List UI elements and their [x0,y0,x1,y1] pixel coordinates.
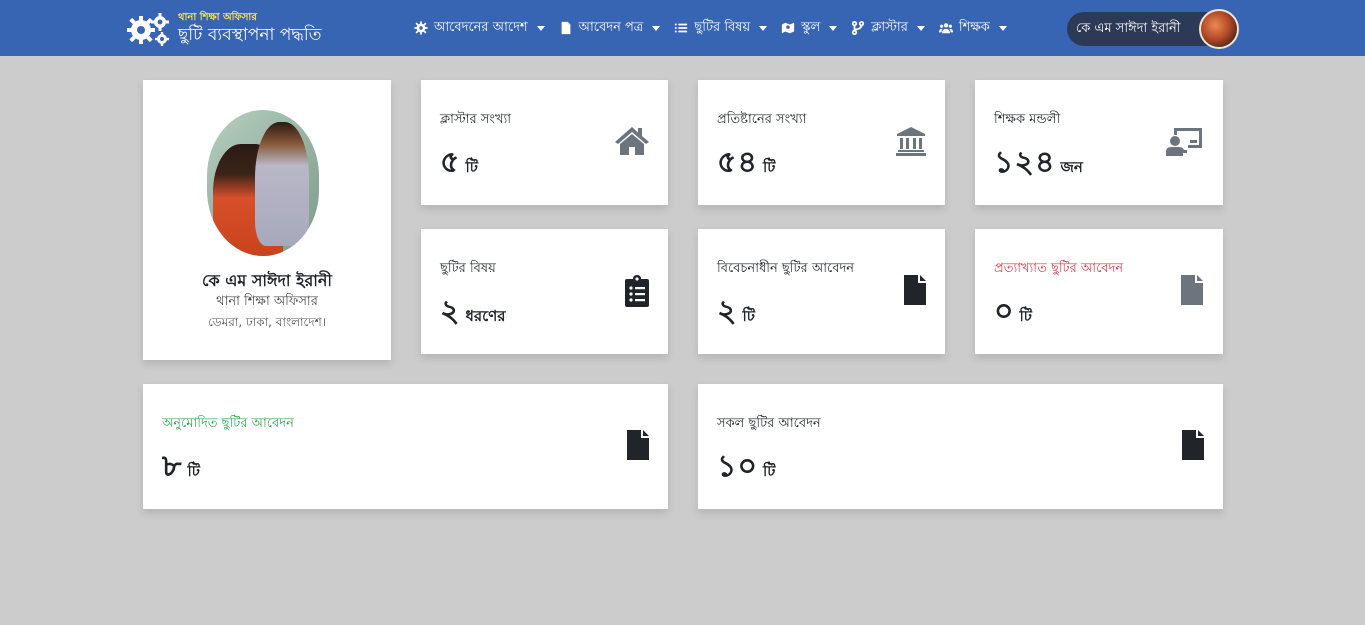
stat-unit: টি [465,158,478,176]
user-menu[interactable]: কে এম সাঈদা ইরানী [1067,9,1239,49]
nav-item-application-orders[interactable]: আবেদনের আদেশ [414,18,545,39]
chevron-down-icon [536,25,545,31]
profile-address: ডেমরা, ঢাকা, বাংলাদেশ। [207,315,327,329]
file-icon [1182,430,1204,460]
stat-label: প্রতিষ্টানের সংখ্যা [717,112,807,127]
nav-item-teachers[interactable]: শিক্ষক [938,18,1007,39]
stat-number: ০ [994,294,1015,329]
nav-menu: আবেদনের আদেশ আবেদন পত্র ছুটির বিষয় স্কু… [414,13,1021,43]
stat-card-approved-applications[interactable]: অনুমোদিত ছুটির আবেদন ৮ টি [143,384,668,509]
stat-unit: টি [187,462,200,480]
stat-number: ১২৪ [994,145,1056,180]
gears-icon [127,13,169,46]
stat-label: বিবেচনাধীন ছুটির আবেদন [717,261,855,276]
stat-value: ১২৪ জন [994,138,1083,189]
chevron-down-icon [916,25,925,31]
nav-item-label: শিক্ষক [958,19,990,35]
nav-item-cluster[interactable]: ক্লাস্টার [851,18,925,39]
clipboard-list-icon [625,275,649,307]
brand-subtitle: থানা শিক্ষা অফিসার [178,12,257,23]
stat-number: ৮ [162,449,183,484]
profile-card: কে এম সাঈদা ইরানী থানা শিক্ষা অফিসার ডেম… [143,80,391,360]
profile-photo [207,110,319,256]
stat-card-institutions[interactable]: প্রতিষ্টানের সংখ্যা ৫৪ টি [698,80,945,205]
user-name: কে এম সাঈদা ইরানী [1076,20,1181,36]
top-navbar: থানা শিক্ষা অফিসার ছুটি ব্যবস্থাপনা পদ্ধ… [0,0,1365,56]
stat-card-teachers[interactable]: শিক্ষক মন্ডলী ১২৪ জন [975,80,1223,205]
stat-number: ১০ [717,449,758,484]
brand[interactable]: থানা শিক্ষা অফিসার ছুটি ব্যবস্থাপনা পদ্ধ… [126,9,322,49]
stat-unit: টি [1019,307,1032,325]
file-icon [1181,275,1203,305]
stat-label: সকল ছুটির আবেদন [717,416,821,431]
stat-label: শিক্ষক মন্ডলী [994,112,1061,127]
stat-value: ০ টি [994,287,1032,338]
stat-label: অনুমোদিত ছুটির আবেদন [162,416,294,431]
stat-value: ১০ টি [717,442,775,493]
stat-label: প্রত্যাখ্যাত ছুটির আবেদন [994,261,1124,276]
stat-unit: টি [742,307,755,325]
stat-unit: ধরণের [465,307,506,325]
stat-label: ছুটির বিষয় [440,261,496,276]
chevron-down-icon [829,25,838,31]
brand-title: ছুটি ব্যবস্থাপনা পদ্ধতি [178,25,322,45]
nav-item-label: ক্লাস্টার [871,19,908,35]
stat-value: ৫ টি [440,138,478,189]
stat-card-all-applications[interactable]: সকল ছুটির আবেদন ১০ টি [698,384,1223,509]
avatar[interactable] [1199,9,1239,49]
nav-item-label: আবেদন পত্র [578,19,644,35]
stat-value: ২ টি [717,287,755,338]
file-icon [561,21,571,35]
nav-item-label: স্কুল [801,19,821,35]
profile-name: কে এম সাঈদা ইরানী [201,271,333,290]
chevron-down-icon [759,25,768,31]
stat-card-pending-applications[interactable]: বিবেচনাধীন ছুটির আবেদন ২ টি [698,229,945,354]
stat-value: ৫৪ টি [717,138,775,189]
cog-icon [414,21,428,35]
file-icon [904,275,926,305]
stat-unit: টি [762,462,776,480]
nav-item-application-form[interactable]: আবেদন পত্র [559,18,661,39]
stat-value: ২ ধরণের [440,287,506,338]
stat-value: ৮ টি [162,442,200,493]
profile-role: থানা শিক্ষা অফিসার [216,294,318,309]
teacher-icon [1166,128,1202,156]
stat-card-rejected-applications[interactable]: প্রত্যাখ্যাত ছুটির আবেদন ০ টি [975,229,1223,354]
stat-number: ৫৪ [717,145,758,180]
users-icon [938,23,953,34]
nav-item-school[interactable]: স্কুল [781,18,838,39]
university-icon [896,127,926,156]
photo-person-child [255,122,309,246]
stat-number: ৫ [440,145,461,180]
file-icon [627,430,649,460]
nav-item-label: আবেদনের আদেশ [434,19,528,35]
chevron-down-icon [652,25,661,31]
stat-card-clusters[interactable]: ক্লাস্টার সংখ্যা ৫ টি [421,80,668,205]
home-icon [615,127,649,155]
map-icon [782,22,795,34]
nav-item-leave-types[interactable]: ছুটির বিষয় [674,18,768,39]
stat-label: ক্লাস্টার সংখ্যা [440,112,512,127]
branch-icon [852,21,865,35]
chevron-down-icon [998,25,1007,31]
stat-number: ২ [717,294,738,329]
stat-unit: জন [1060,158,1083,176]
stat-number: ২ [440,294,461,329]
list-icon [675,23,688,33]
nav-item-label: ছুটির বিষয় [694,19,751,35]
stat-unit: টি [762,158,776,176]
stat-card-leave-types[interactable]: ছুটির বিষয় ২ ধরণের [421,229,668,354]
